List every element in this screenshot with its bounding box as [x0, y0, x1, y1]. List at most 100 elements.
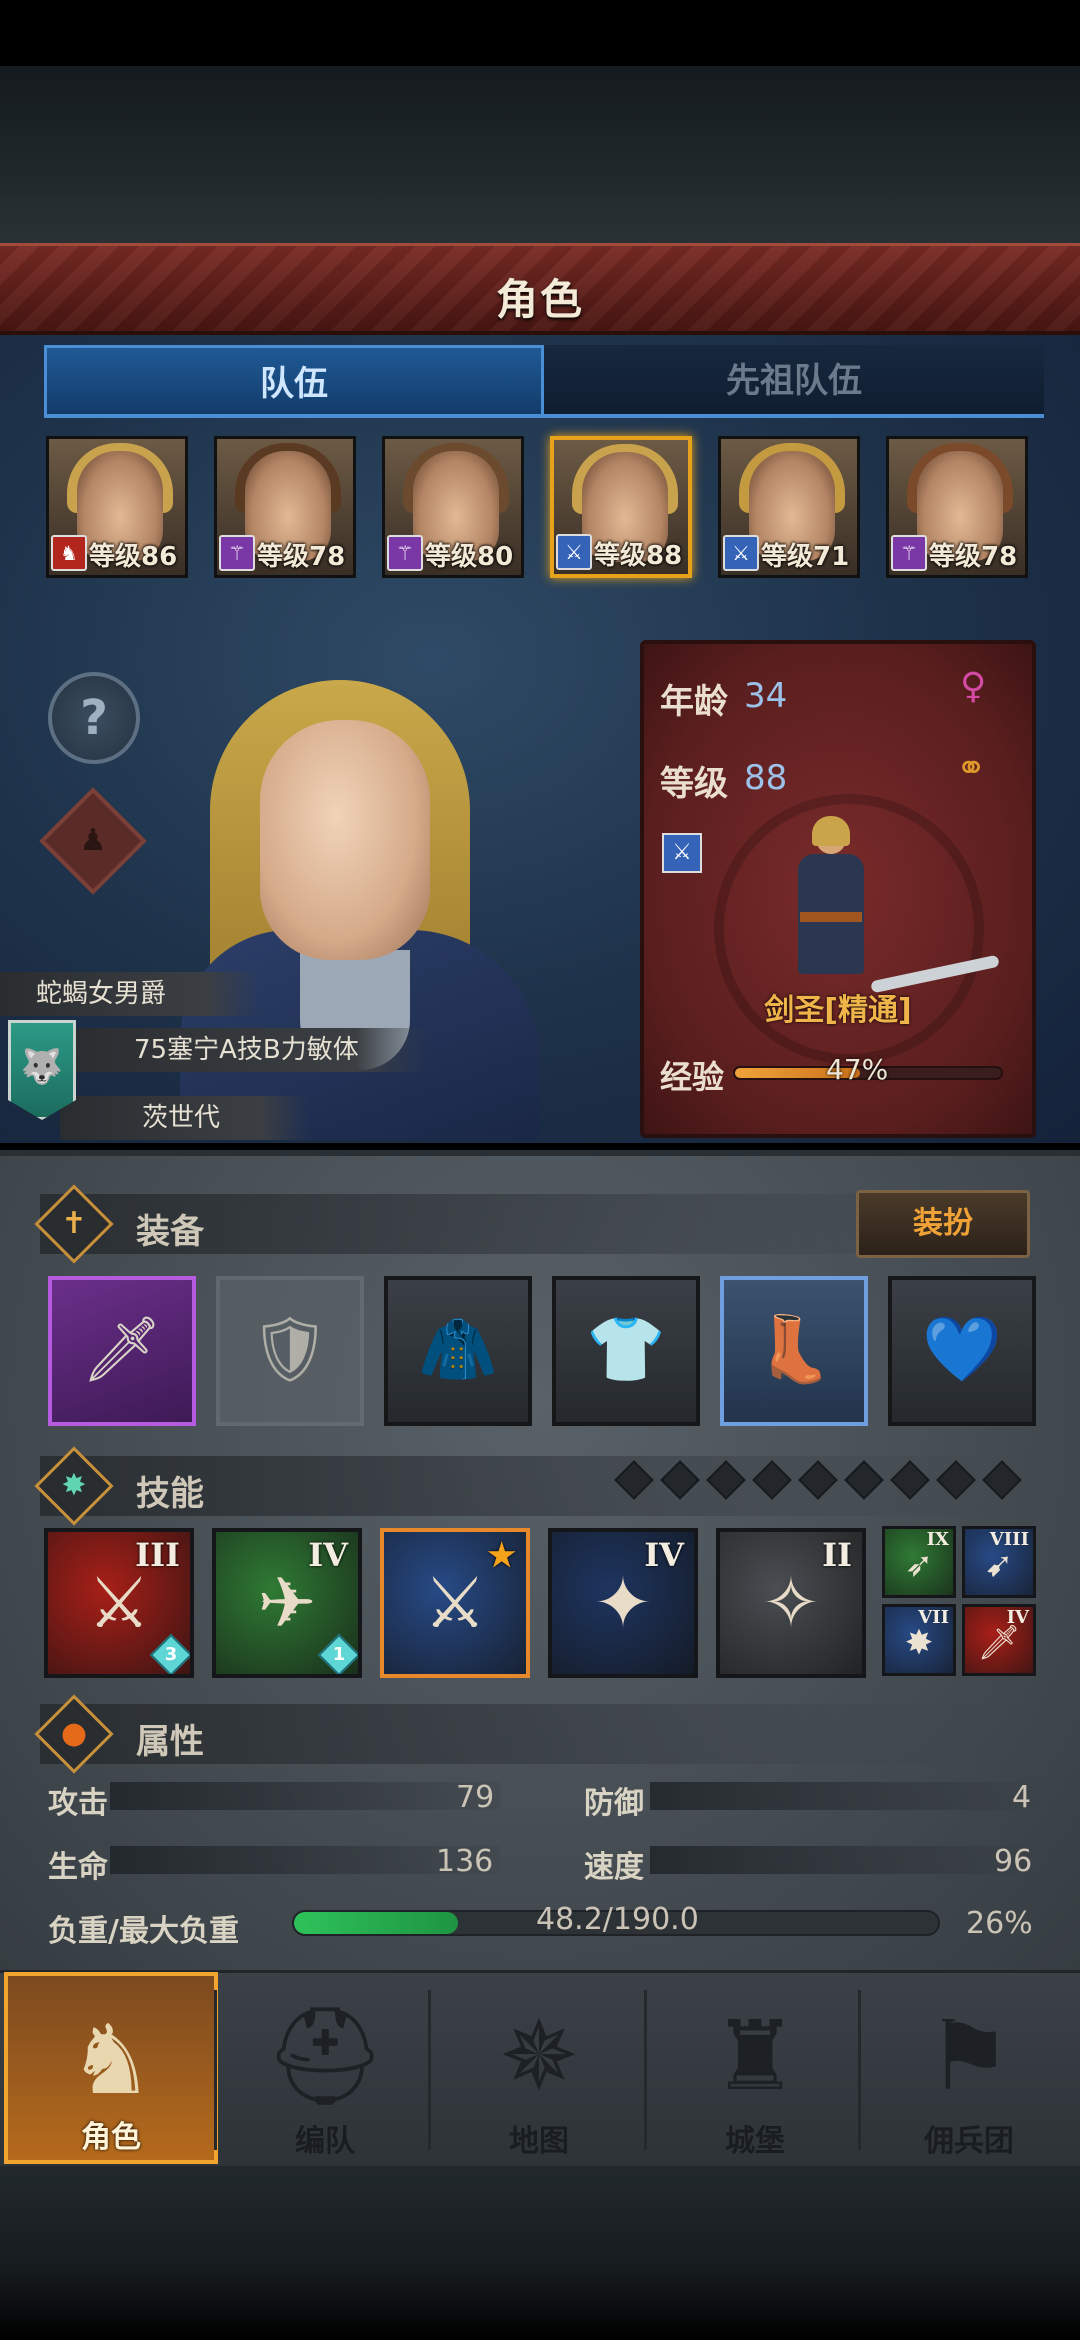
skill-gem-count: 3	[164, 1644, 178, 1665]
sword-icon: 🗡	[81, 1313, 163, 1387]
equip-sword-slot[interactable]: 🗡	[48, 1276, 196, 1426]
attack-value: 79	[456, 1780, 495, 1815]
skill-icon: ✦	[593, 1562, 653, 1644]
star-icon: ✸	[34, 1446, 114, 1526]
skill-slot[interactable]: ✧ II	[716, 1528, 866, 1678]
load-percent: 26%	[966, 1906, 1033, 1941]
page-header: 角色	[0, 243, 1080, 335]
mercenary-icon: ⚑	[925, 2000, 1013, 2112]
attributes-title: 属性	[136, 1722, 204, 1762]
cross-icon: ✝	[34, 1184, 114, 1264]
nav-label: 编队	[295, 2124, 355, 2159]
hero-card[interactable]: ⚔ 等级88	[550, 436, 692, 578]
nav-label: 佣兵团	[924, 2124, 1014, 2159]
castle-icon: ♜	[711, 2000, 799, 2112]
tab-ancestor-team[interactable]: 先祖队伍	[544, 345, 1044, 417]
hero-card[interactable]: ⚚ 等级78	[886, 436, 1028, 578]
attack-label: 攻击	[48, 1786, 108, 1821]
skill-slot[interactable]: ⚔ ★	[380, 1528, 530, 1678]
noble-title: 蛇蝎女男爵	[36, 979, 167, 1009]
tab-underline	[44, 414, 1044, 418]
nav-divider	[428, 1990, 431, 2150]
equip-boots-slot[interactable]: 👢	[720, 1276, 868, 1426]
equip-tunic-slot[interactable]: 👕	[552, 1276, 700, 1426]
skill-rank: ★	[487, 1536, 516, 1574]
heart-amulet-icon: 💙	[922, 1313, 1002, 1387]
boots-icon: 👢	[754, 1313, 834, 1387]
tunic-icon: 👕	[586, 1313, 666, 1387]
skill-slot[interactable]: ⚔ III 3	[44, 1528, 194, 1678]
equip-hood-slot[interactable]: 🧥	[384, 1276, 532, 1426]
nav-label: 角色	[81, 2120, 141, 2155]
skill-slot[interactable]: ✦ IV	[548, 1528, 698, 1678]
skill-gem-count: 1	[332, 1644, 346, 1665]
equip-amulet-slot[interactable]: 💙	[888, 1276, 1036, 1426]
figure-hair	[812, 816, 850, 846]
defense-bar	[650, 1782, 1040, 1810]
passive-skill-slot[interactable]: ✸ VII	[882, 1604, 956, 1676]
passive-skill-slot[interactable]: ➶ IX	[882, 1526, 956, 1598]
person-icon: ♟	[79, 823, 107, 858]
bottom-backdrop	[0, 2166, 1080, 2340]
nav-knight[interactable]: ♞ 角色	[4, 1972, 218, 2164]
skill-icon: ➹	[984, 1545, 1014, 1585]
hp-value: 136	[436, 1844, 494, 1879]
hero-level: 等级88	[594, 541, 683, 571]
defense-value: 4	[1012, 1780, 1032, 1815]
top-backdrop	[0, 66, 1080, 246]
page-title: 角色	[495, 275, 584, 324]
helmet-icon: ⛑	[264, 2000, 386, 2112]
tab-team[interactable]: 队伍	[44, 345, 544, 417]
help-button[interactable]: ?	[48, 672, 140, 764]
skill-icon: ✈	[257, 1562, 317, 1644]
level-value: 88	[744, 758, 788, 798]
hero-level: 等级86	[89, 542, 178, 572]
equipment-title: 装备	[136, 1212, 204, 1252]
skill-icon: ⚔	[423, 1562, 487, 1644]
dress-up-button[interactable]: 装扮	[856, 1190, 1030, 1258]
skill-rank: IV	[308, 1536, 348, 1574]
skill-icon: ✧	[761, 1562, 821, 1644]
sword-icon: ⚔	[723, 535, 759, 571]
nav-castle[interactable]: ♜ 城堡	[648, 1972, 862, 2164]
hero-level: 等级78	[929, 542, 1018, 572]
hero-card[interactable]: ⚚ 等级80	[382, 436, 524, 578]
skill-rank: VII	[918, 1607, 949, 1628]
nav-compass[interactable]: ✵ 地图	[432, 1972, 646, 2164]
knight-icon: ♞	[67, 2004, 155, 2116]
load-label: 负重/最大负重	[48, 1914, 239, 1949]
speed-value: 96	[994, 1844, 1033, 1879]
sword-class-icon: ⚔	[662, 833, 702, 873]
hp-label: 生命	[48, 1850, 108, 1885]
skill-icon: ➶	[904, 1545, 934, 1585]
staff-icon: ⚚	[387, 535, 423, 571]
passive-skill-slot[interactable]: ➹ VIII	[962, 1526, 1036, 1598]
team-tabs: 队伍 先祖队伍	[44, 345, 1044, 417]
hero-card[interactable]: ⚔ 等级71	[718, 436, 860, 578]
staff-icon: ⚚	[219, 535, 255, 571]
portrait-face	[260, 720, 430, 960]
hero-card[interactable]: ♞ 等级86	[46, 436, 188, 578]
status-bar-area	[0, 0, 1080, 66]
load-value: 48.2/190.0	[536, 1902, 699, 1937]
nav-mercenary[interactable]: ⚑ 佣兵团	[862, 1972, 1076, 2164]
skills-title: 技能	[136, 1474, 204, 1514]
load-bar-fill	[294, 1912, 458, 1934]
female-icon: ♀	[960, 666, 987, 707]
level-label: 等级	[660, 764, 728, 804]
person-icon: ●	[34, 1694, 114, 1774]
hero-card[interactable]: ⚚ 等级78	[214, 436, 356, 578]
sword-icon: ⚔	[556, 534, 592, 570]
hero-level: 等级78	[257, 542, 346, 572]
nav-helmet[interactable]: ⛑ 编队	[218, 1972, 432, 2164]
equip-shield-empty-slot[interactable]: 🛡	[216, 1276, 364, 1426]
character-figure	[786, 816, 876, 1000]
rings-icon[interactable]: ⚭	[956, 748, 986, 789]
hood-icon: 🧥	[418, 1313, 498, 1387]
passive-skill-slot[interactable]: 🗡 IV	[962, 1604, 1036, 1676]
compass-icon: ✵	[498, 2000, 580, 2112]
hero-level: 等级71	[761, 542, 850, 572]
xp-label: 经验	[660, 1058, 725, 1096]
skill-slot[interactable]: ✈ IV 1	[212, 1528, 362, 1678]
defense-label: 防御	[584, 1786, 644, 1821]
